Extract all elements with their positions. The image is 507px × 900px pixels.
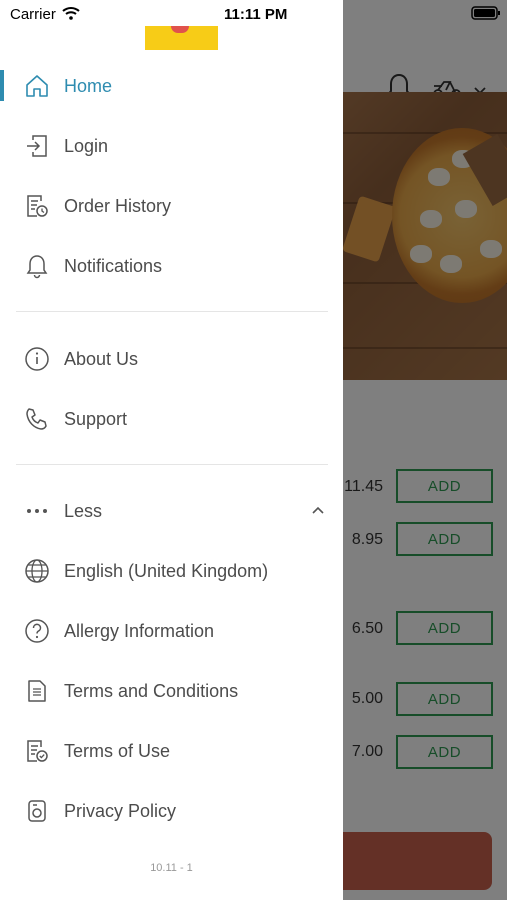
menu-label: Terms and Conditions — [64, 680, 239, 701]
carrier-label: Carrier — [10, 6, 56, 23]
wifi-icon — [62, 7, 80, 20]
menu-label: Terms of Use — [64, 740, 171, 761]
login-icon — [27, 135, 47, 157]
menu-item-privacy-policy[interactable]: Privacy Policy — [0, 789, 343, 833]
menu-toggle-more[interactable]: Less — [0, 489, 343, 533]
menu-item-terms-of-use[interactable]: Terms of Use — [0, 729, 343, 773]
menu-label: English (United Kingdom) — [64, 560, 269, 581]
menu-item-language[interactable]: English (United Kingdom) — [0, 549, 343, 593]
question-icon — [25, 619, 49, 643]
menu-item-allergy-information[interactable]: Allergy Information — [0, 609, 343, 653]
document-check-icon — [27, 740, 48, 762]
menu-label: About Us — [64, 348, 139, 369]
menu-item-terms-and-conditions[interactable]: Terms and Conditions — [0, 669, 343, 713]
chevron-up-icon — [312, 506, 324, 514]
menu-item-home[interactable]: Home — [0, 64, 343, 108]
status-bar: Carrier 11:11 PM — [0, 0, 507, 28]
menu-item-support[interactable]: Support — [0, 397, 343, 441]
menu-label: Notifications — [64, 255, 163, 276]
app-version: 10.11 - 1 — [150, 862, 193, 874]
home-icon — [26, 75, 48, 97]
globe-icon — [25, 559, 49, 583]
menu-label: Order History — [64, 195, 172, 216]
clock: 11:11 PM — [224, 6, 288, 23]
menu-divider — [16, 311, 328, 312]
order-history-icon — [27, 195, 48, 217]
menu-item-notifications[interactable]: Notifications — [0, 244, 343, 288]
menu-divider — [16, 464, 328, 465]
menu-label: Less — [64, 500, 103, 521]
menu-item-login[interactable]: Login — [0, 124, 343, 168]
menu-item-order-history[interactable]: Order History — [0, 184, 343, 228]
phone-icon — [26, 408, 47, 430]
menu-label: Privacy Policy — [64, 800, 177, 821]
document-icon — [28, 680, 46, 702]
menu-label: Allergy Information — [64, 620, 215, 641]
menu-label: Home — [64, 75, 113, 96]
battery-icon — [471, 6, 500, 20]
privacy-icon — [28, 800, 46, 822]
menu-label: Login — [64, 135, 109, 156]
side-drawer: Home Login Order History Notifications A… — [0, 0, 343, 900]
bell-icon — [26, 255, 48, 279]
menu-item-about-us[interactable]: About Us — [0, 337, 343, 381]
info-icon — [25, 347, 49, 371]
ellipsis-icon — [27, 509, 47, 513]
menu-label: Support — [64, 408, 128, 429]
